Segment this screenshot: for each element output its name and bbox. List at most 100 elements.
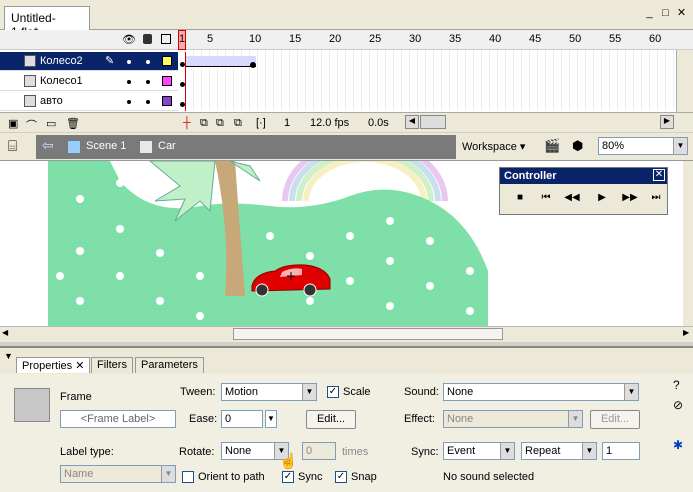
delete-layer-icon[interactable]: 🗑 xyxy=(66,117,80,130)
visibility-dot[interactable] xyxy=(127,80,131,84)
keyframe-start-3[interactable] xyxy=(180,102,185,107)
accessibility-icon[interactable]: ✱ xyxy=(673,438,683,452)
edit-scene-icon[interactable]: 🎬 xyxy=(544,138,560,154)
back-arrow-icon[interactable]: ⇦ xyxy=(42,137,54,154)
orient-checkbox[interactable] xyxy=(182,471,194,483)
layer-row-koleso1[interactable]: Колесо1 xyxy=(0,72,178,91)
tween-select[interactable]: Motion ▼ xyxy=(221,383,317,401)
zoom-select[interactable]: 80% ▼ xyxy=(598,137,688,155)
ease-edit-button[interactable]: Edit... xyxy=(306,410,356,429)
rewind-icon[interactable]: ⏮ xyxy=(536,192,556,208)
keyframe-start-2[interactable] xyxy=(180,82,185,87)
visibility-dot[interactable] xyxy=(127,100,131,104)
layer-icon xyxy=(24,75,36,87)
stage-hscroll[interactable]: ◀ ▶ xyxy=(0,326,693,342)
frame-label-input[interactable]: <Frame Label> xyxy=(60,410,176,428)
chevron-down-icon[interactable]: ▼ xyxy=(500,443,514,459)
frame-ruler-15: 15 xyxy=(289,33,302,45)
tab-properties[interactable]: Properties ✕ xyxy=(16,357,91,373)
breadcrumb-symbol[interactable]: Car xyxy=(158,140,176,152)
chevron-down-icon[interactable]: ▼ xyxy=(568,411,582,427)
stage-hscroll-thumb[interactable] xyxy=(233,328,503,340)
eye-icon[interactable]: 👁 xyxy=(122,33,136,46)
snap-checkbox[interactable]: ✓ xyxy=(335,471,347,483)
step-forward-icon[interactable]: ▶▶ xyxy=(620,192,640,208)
stop-icon[interactable]: ■ xyxy=(510,192,530,208)
chevron-down-icon[interactable]: ▼ xyxy=(624,384,638,400)
lock-dot[interactable] xyxy=(146,100,150,104)
minimize-icon[interactable]: _ xyxy=(643,7,656,20)
layer-color-swatch[interactable] xyxy=(162,76,172,86)
motion-tween-span[interactable] xyxy=(186,56,256,67)
timeline-toggle-icon[interactable]: ⌸ xyxy=(8,138,17,155)
onion-markers-icon[interactable]: [·] xyxy=(256,117,266,129)
frame-ruler-60: 60 xyxy=(649,33,662,45)
sync-repeat-select[interactable]: Repeat ▼ xyxy=(521,442,597,460)
tab-parameters[interactable]: Parameters xyxy=(135,357,204,373)
chevron-down-icon[interactable]: ▼ xyxy=(161,466,175,482)
go-to-end-icon[interactable]: ⏭ xyxy=(646,192,666,208)
lock-dot[interactable] xyxy=(146,60,150,64)
close-icon[interactable]: ✕ xyxy=(675,7,688,20)
frame-ruler-10: 10 xyxy=(249,33,262,45)
chevron-down-icon[interactable]: ▼ xyxy=(673,138,687,154)
label-type-select[interactable]: Name ▼ xyxy=(60,465,176,483)
collapse-arrow-icon[interactable]: ▼ xyxy=(4,351,13,361)
onion-skin-icon[interactable]: ⧉ xyxy=(200,117,208,130)
center-frame-icon[interactable]: ┼ xyxy=(183,117,191,129)
scroll-left-icon[interactable]: ◀ xyxy=(405,115,419,129)
visibility-dot[interactable] xyxy=(127,60,131,64)
sync-checkbox[interactable]: ✓ xyxy=(282,471,294,483)
chevron-down-icon[interactable]: ▼ xyxy=(582,443,596,459)
controller-panel: Controller ✕ ■ ⏮ ◀◀ ▶ ▶▶ ⏭ xyxy=(499,167,668,215)
step-back-icon[interactable]: ◀◀ xyxy=(562,192,582,208)
breadcrumb: ⇦ Scene 1 Car xyxy=(36,135,456,159)
scene-icon xyxy=(68,141,80,153)
timeline-hscroll-thumb[interactable] xyxy=(420,115,446,129)
layer-color-swatch[interactable] xyxy=(162,96,172,106)
scroll-left-icon[interactable]: ◀ xyxy=(2,328,8,337)
outline-icon[interactable] xyxy=(161,34,171,44)
sound-select[interactable]: None ▼ xyxy=(443,383,639,401)
effect-select[interactable]: None ▼ xyxy=(443,410,583,428)
play-icon[interactable]: ▶ xyxy=(592,192,612,208)
keyframe-start[interactable] xyxy=(180,62,185,67)
scroll-right-icon[interactable]: ▶ xyxy=(660,115,674,129)
timeline-vscroll[interactable] xyxy=(676,50,693,112)
close-icon[interactable]: ✕ xyxy=(653,169,665,181)
keyframe-end[interactable] xyxy=(250,62,256,68)
layer-row-avto[interactable]: авто xyxy=(0,92,178,111)
repeat-count-input[interactable]: 1 xyxy=(602,442,640,460)
help-icon[interactable]: ? xyxy=(673,378,680,392)
edit-icon[interactable]: ⊘ xyxy=(673,398,683,412)
rotate-times-input[interactable]: 0 xyxy=(302,442,336,460)
lock-dot[interactable] xyxy=(146,80,150,84)
sync-label: Sync xyxy=(298,471,323,483)
ease-input[interactable]: 0 xyxy=(221,410,263,428)
ease-slider-icon[interactable]: ▼ xyxy=(265,410,277,428)
add-guide-icon[interactable]: ⌒ xyxy=(26,117,37,133)
effect-edit-button[interactable]: Edit... xyxy=(590,410,640,429)
ease-label: Ease: xyxy=(189,413,218,425)
lock-icon[interactable] xyxy=(143,34,152,44)
scroll-right-icon[interactable]: ▶ xyxy=(683,328,689,337)
document-tab[interactable]: Untitled-1.fla* xyxy=(4,6,90,39)
add-folder-icon[interactable]: ▭ xyxy=(46,117,56,130)
layer-icon xyxy=(24,95,36,107)
chevron-down-icon[interactable]: ▼ xyxy=(302,384,316,400)
layer-color-swatch[interactable] xyxy=(162,56,172,66)
tab-filters[interactable]: Filters xyxy=(91,357,133,373)
workspace-menu[interactable]: Workspace ▾ xyxy=(462,140,525,153)
scale-label: Scale xyxy=(343,386,371,398)
breadcrumb-scene[interactable]: Scene 1 xyxy=(86,140,126,152)
sync-event-select[interactable]: Event ▼ xyxy=(443,442,515,460)
scale-checkbox[interactable]: ✓ xyxy=(327,386,339,398)
add-layer-icon[interactable]: ▣ xyxy=(8,117,18,130)
edit-multiple-icon[interactable]: ⧉ xyxy=(234,117,242,130)
restore-icon[interactable]: □ xyxy=(659,7,672,20)
frame-ruler-40: 40 xyxy=(489,33,502,45)
onion-outline-icon[interactable]: ⧉ xyxy=(216,117,224,130)
edit-symbol-icon[interactable]: ⬢ xyxy=(572,138,583,154)
layer-row-koleso2[interactable]: Колесо2 ✎ xyxy=(0,52,178,71)
stage-vscroll[interactable] xyxy=(683,161,693,326)
